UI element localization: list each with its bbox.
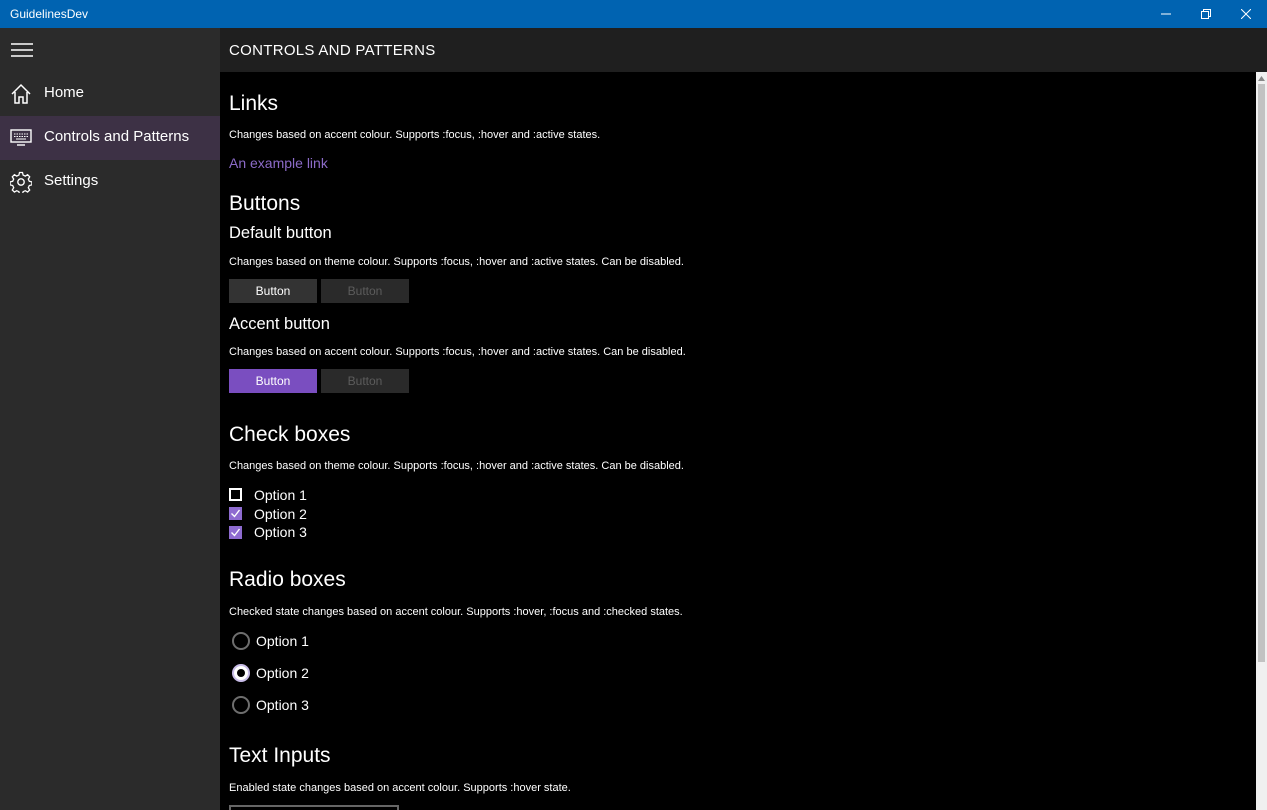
checkbox-label: Option 1 xyxy=(254,487,307,503)
radio-option-3[interactable] xyxy=(232,696,250,714)
buttons-heading: Buttons xyxy=(229,192,301,215)
radio-option-1[interactable] xyxy=(232,632,250,650)
radio-option-2[interactable] xyxy=(232,664,250,682)
text-inputs-description: Enabled state changes based on accent co… xyxy=(229,782,571,794)
gear-icon xyxy=(10,171,32,193)
accent-button-description: Changes based on accent colour. Supports… xyxy=(229,346,686,358)
radios-description: Checked state changes based on accent co… xyxy=(229,606,683,618)
monitor-keyboard-icon xyxy=(10,129,32,146)
main-content: Links Changes based on accent colour. Su… xyxy=(220,72,1256,810)
window-title: GuidelinesDev xyxy=(10,7,89,21)
title-bar: GuidelinesDev xyxy=(0,0,1267,28)
hamburger-button[interactable] xyxy=(0,28,44,72)
vertical-scrollbar[interactable] xyxy=(1256,72,1267,810)
sidebar-item-settings[interactable]: Settings xyxy=(0,160,220,204)
checkmark-icon xyxy=(231,528,241,537)
checkbox-label: Option 2 xyxy=(254,506,307,522)
default-button-disabled: Button xyxy=(321,279,409,303)
radio-label: Option 3 xyxy=(256,697,309,713)
sidebar: Home Controls and Patterns Settings xyxy=(0,28,220,810)
scroll-up-arrow-icon[interactable] xyxy=(1258,74,1265,82)
scrollbar-thumb[interactable] xyxy=(1258,84,1265,662)
close-button[interactable] xyxy=(1223,0,1267,28)
close-icon xyxy=(1241,9,1251,19)
checkboxes-description: Changes based on theme colour. Supports … xyxy=(229,460,684,472)
default-button-heading: Default button xyxy=(229,224,332,242)
text-inputs-heading: Text Inputs xyxy=(229,744,331,767)
checkbox-option-1[interactable] xyxy=(229,488,242,501)
accent-button-disabled: Button xyxy=(321,369,409,393)
checkboxes-heading: Check boxes xyxy=(229,423,351,446)
hamburger-icon xyxy=(11,43,33,57)
radio-label: Option 2 xyxy=(256,665,309,681)
checkbox-option-3[interactable] xyxy=(229,526,242,539)
example-link[interactable]: An example link xyxy=(229,155,328,171)
page-header: CONTROLS AND PATTERNS xyxy=(220,28,1267,72)
default-button-description: Changes based on theme colour. Supports … xyxy=(229,256,684,268)
text-input[interactable] xyxy=(229,805,399,810)
accent-button[interactable]: Button xyxy=(229,369,317,393)
accent-button-heading: Accent button xyxy=(229,315,330,333)
restore-icon xyxy=(1201,9,1211,19)
checkmark-icon xyxy=(231,509,241,518)
sidebar-item-label: Settings xyxy=(44,172,99,189)
checkbox-label: Option 3 xyxy=(254,524,307,540)
page-title: CONTROLS AND PATTERNS xyxy=(229,42,436,59)
minimize-icon xyxy=(1161,13,1171,15)
sidebar-item-controls-and-patterns[interactable]: Controls and Patterns xyxy=(0,116,220,160)
radios-heading: Radio boxes xyxy=(229,568,346,591)
sidebar-item-label: Controls and Patterns xyxy=(44,128,190,145)
radio-label: Option 1 xyxy=(256,633,309,649)
links-heading: Links xyxy=(229,92,279,115)
default-button[interactable]: Button xyxy=(229,279,317,303)
sidebar-item-home[interactable]: Home xyxy=(0,72,220,116)
home-icon xyxy=(11,83,31,104)
sidebar-item-label: Home xyxy=(44,84,85,101)
checkbox-option-2[interactable] xyxy=(229,507,242,520)
links-description: Changes based on accent colour. Supports… xyxy=(229,129,601,141)
